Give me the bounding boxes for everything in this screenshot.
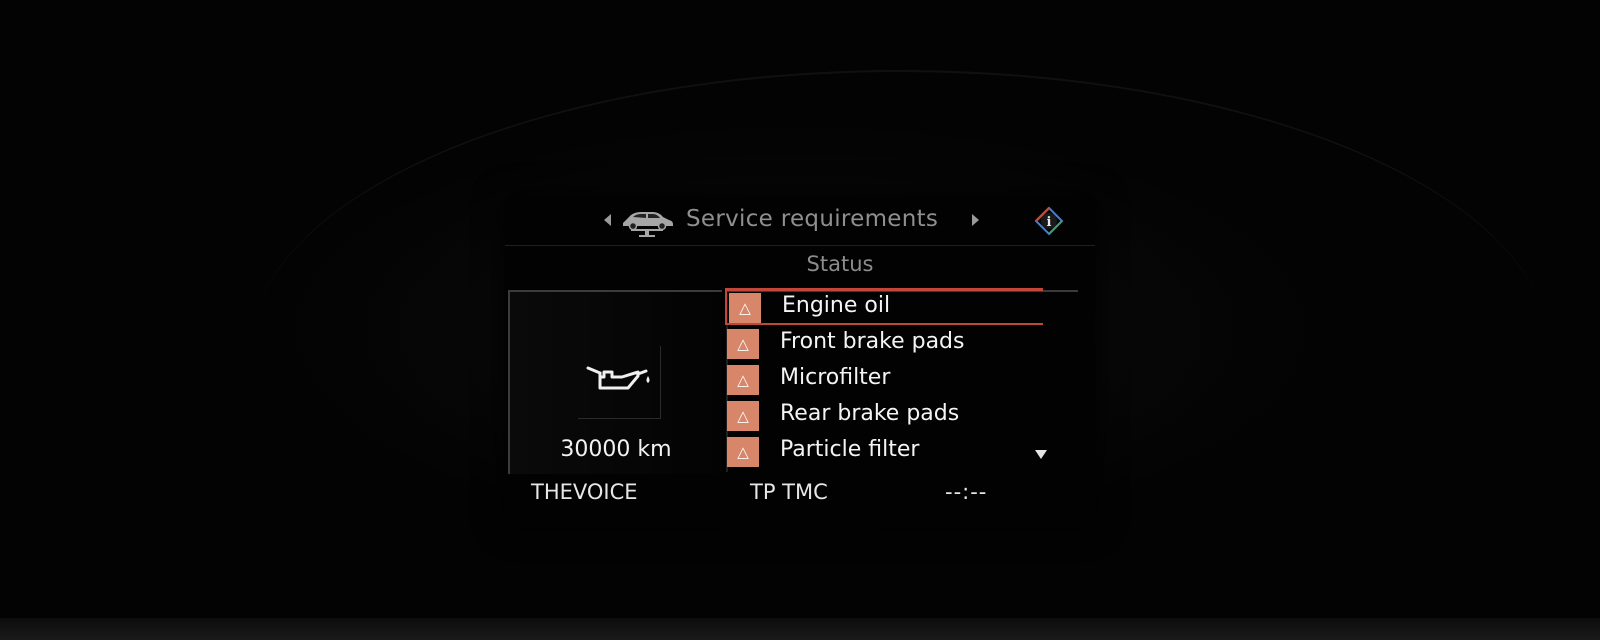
list-item-rear-brake-pads[interactable]: △ Rear brake pads (725, 398, 1043, 433)
traffic-indicator: TP TMC (750, 480, 828, 504)
list-item-particle-filter[interactable]: △ Particle filter (725, 434, 1043, 469)
list-item-engine-oil[interactable]: △ Engine oil (725, 288, 1043, 325)
dashboard-edge (0, 618, 1600, 640)
list-item-label: Rear brake pads (780, 401, 960, 426)
page-title: Service requirements (686, 206, 939, 232)
warning-triangle-icon: △ (727, 401, 759, 431)
warning-triangle-icon: △ (729, 293, 761, 323)
car-on-lift-icon (623, 212, 673, 237)
clock: --:-- (945, 480, 988, 504)
list-item-label: Front brake pads (780, 329, 965, 354)
status-subtitle: Status (806, 252, 874, 276)
status-bar: THEVOICE TP TMC --:-- (505, 480, 1095, 510)
list-item-label: Particle filter (780, 437, 920, 462)
svg-text:i: i (1047, 215, 1052, 230)
audio-source: THEVOICE (531, 480, 638, 504)
oil-icon-frame (578, 346, 661, 419)
warning-triangle-icon: △ (727, 365, 759, 395)
service-distance: 30000 km (560, 437, 672, 462)
oil-can-icon (586, 366, 650, 390)
info-icon[interactable]: i (1033, 205, 1065, 237)
chevron-left-icon[interactable] (604, 214, 611, 226)
service-detail-panel: 30000 km (508, 290, 722, 474)
list-item-front-brake-pads[interactable]: △ Front brake pads (725, 326, 1043, 361)
chevron-right-icon[interactable] (972, 214, 979, 226)
scroll-down-icon[interactable] (1035, 450, 1047, 459)
list-item-label: Engine oil (782, 293, 891, 318)
header: Service requirements i (505, 197, 1095, 246)
list-item-microfilter[interactable]: △ Microfilter (725, 362, 1043, 397)
list-item-label: Microfilter (780, 365, 891, 390)
service-list: △ Engine oil △ Front brake pads △ Microf… (725, 288, 1078, 472)
warning-triangle-icon: △ (727, 329, 759, 359)
idrive-display: Service requirements i Status 30000 km △… (505, 197, 1095, 527)
warning-triangle-icon: △ (727, 437, 759, 467)
